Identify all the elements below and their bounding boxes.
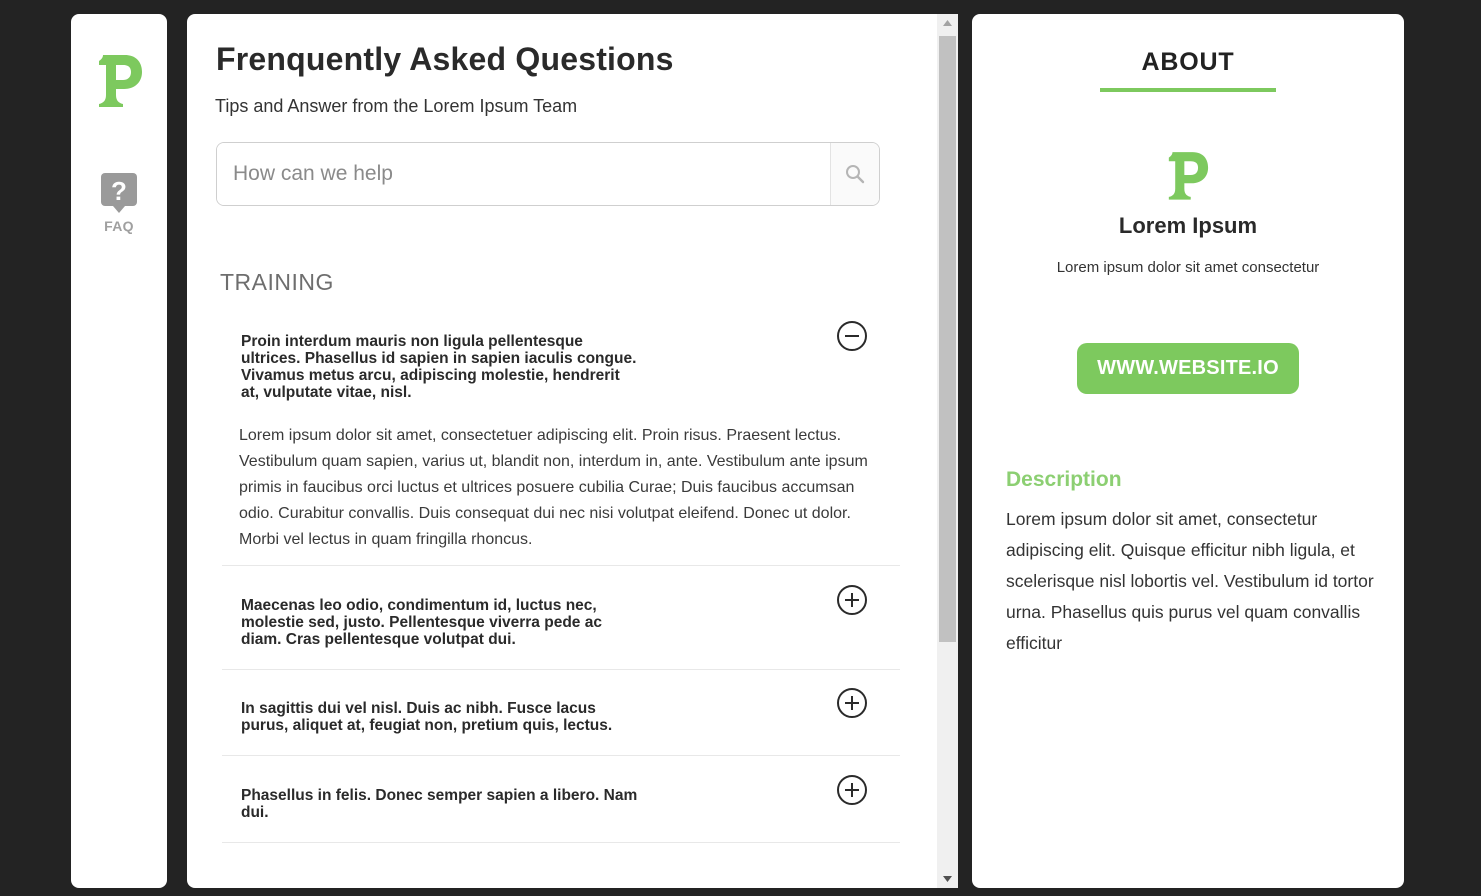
- faq-item: Maecenas leo odio, condimentum id, luctu…: [222, 566, 900, 670]
- question-bubble-icon: ?: [101, 173, 137, 213]
- scroll-thumb[interactable]: [939, 36, 956, 642]
- website-button[interactable]: WWW.WEBSITE.IO: [1077, 343, 1299, 394]
- plus-circle-icon[interactable]: [836, 774, 868, 806]
- faq-question[interactable]: Phasellus in felis. Donec semper sapien …: [241, 787, 641, 821]
- faq-content: Frenquently Asked Questions Tips and Ans…: [187, 14, 937, 888]
- company-tagline: Lorem ipsum dolor sit amet consectetur: [1056, 259, 1320, 276]
- minus-circle-icon[interactable]: [836, 320, 868, 352]
- search-icon: [846, 165, 865, 184]
- section-heading: TRAINING: [220, 269, 334, 295]
- faq-answer: Lorem ipsum dolor sit amet, consectetuer…: [239, 427, 868, 548]
- faq-question[interactable]: In sagittis dui vel nisl. Duis ac nibh. …: [241, 700, 641, 734]
- p-logo-icon[interactable]: [97, 51, 143, 109]
- description-heading: Description: [1006, 468, 1122, 491]
- search-box: [216, 142, 880, 206]
- about-title: ABOUT: [1141, 48, 1235, 76]
- search-button[interactable]: [830, 143, 879, 205]
- p-logo-icon: [1168, 152, 1209, 200]
- about-title-underline: [1100, 88, 1276, 92]
- plus-circle-icon[interactable]: [836, 687, 868, 719]
- scroll-up-arrow-icon[interactable]: [937, 14, 958, 32]
- page-title: Frenquently Asked Questions: [216, 41, 674, 77]
- scrollbar[interactable]: [937, 14, 958, 888]
- side-nav: ? FAQ: [71, 14, 167, 888]
- plus-circle-icon[interactable]: [836, 584, 868, 616]
- faq-item: In sagittis dui vel nisl. Duis ac nibh. …: [222, 670, 900, 756]
- description-text: Lorem ipsum dolor sit amet, consectetur …: [1006, 509, 1374, 653]
- svg-text:?: ?: [111, 176, 127, 206]
- page-subtitle: Tips and Answer from the Lorem Ipsum Tea…: [215, 96, 578, 116]
- faq-item: Phasellus in felis. Donec semper sapien …: [222, 756, 900, 843]
- nav-item-faq-label: FAQ: [104, 218, 134, 234]
- about-panel: ABOUT Lorem Ipsum Lorem ipsum dolor sit …: [972, 14, 1404, 888]
- faq-item: Proin interdum mauris non ligula pellent…: [222, 314, 900, 566]
- faq-question[interactable]: Maecenas leo odio, condimentum id, luctu…: [241, 597, 641, 648]
- nav-item-faq[interactable]: ? FAQ: [99, 172, 139, 234]
- search-input[interactable]: [217, 143, 830, 205]
- faq-panel: Frenquently Asked Questions Tips and Ans…: [187, 14, 958, 888]
- company-name: Lorem Ipsum: [1118, 213, 1258, 238]
- scroll-down-arrow-icon[interactable]: [937, 870, 958, 888]
- faq-question[interactable]: Proin interdum mauris non ligula pellent…: [241, 333, 641, 401]
